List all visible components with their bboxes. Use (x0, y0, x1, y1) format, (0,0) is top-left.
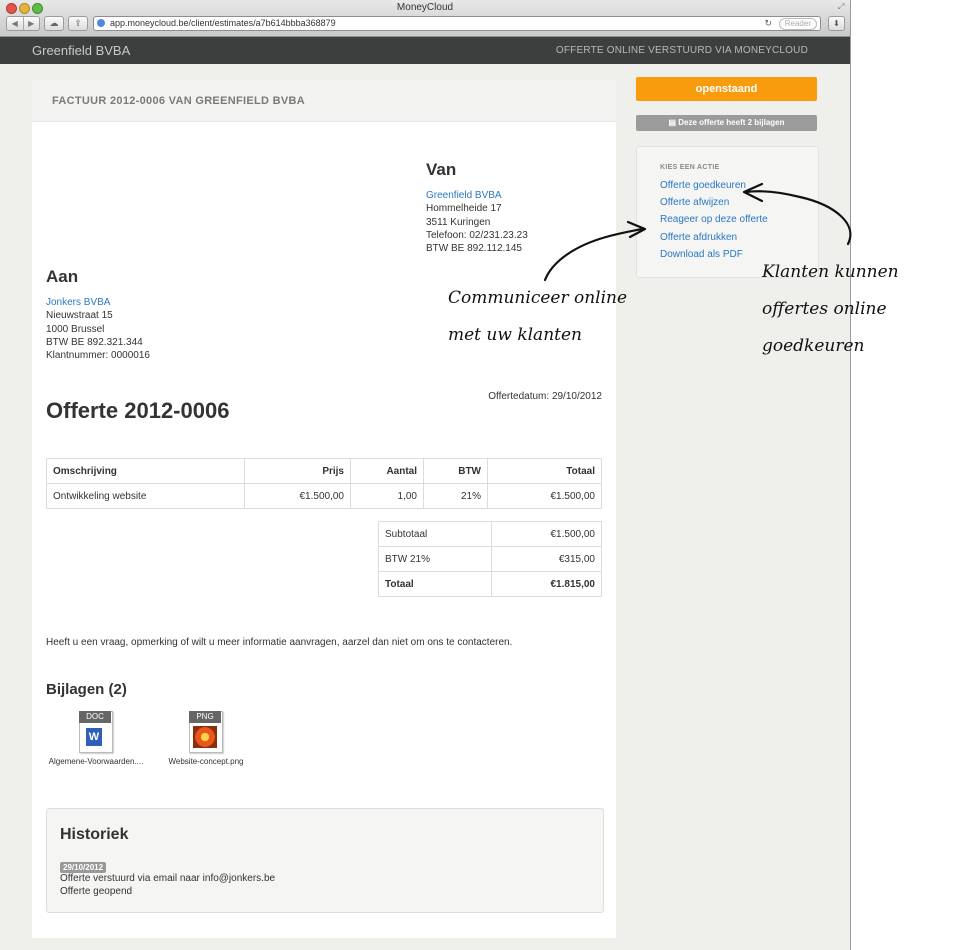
downloads-button[interactable]: ⬇ (828, 16, 845, 31)
brand-name: Greenfield BVBA (32, 43, 131, 58)
app-header: Greenfield BVBA OFFERTE ONLINE VERSTUURD… (0, 37, 850, 64)
doc-file-icon: DOC W (79, 711, 113, 753)
approve-offer-link[interactable]: Offerte goedkeuren (660, 180, 746, 191)
image-preview-icon (193, 726, 217, 748)
share-icon: ⇪ (74, 18, 82, 28)
totals-label: BTW 21% (378, 546, 492, 572)
actions-title: KIES EEN ACTIE (660, 164, 720, 171)
to-line: Nieuwstraat 15 (46, 310, 113, 322)
to-address: Jonkers BVBA Nieuwstraat 15 1000 Brussel… (46, 296, 150, 362)
attachment-filename: Algemene-Voorwaarden.... (48, 757, 144, 766)
back-button[interactable]: ◀ (7, 17, 23, 30)
to-heading: Aan (46, 267, 79, 286)
browser-window: MoneyCloud ⤢ ◀ ▶ ☁ ⇪ app.moneycloud.be/c… (0, 0, 850, 950)
annotation-line: goedkeuren (762, 336, 865, 356)
table-row: Ontwikkeling website €1.500,00 1,00 21% … (46, 483, 602, 509)
totals-row: BTW 21% €315,00 (378, 546, 602, 572)
fullscreen-icon[interactable]: ⤢ (838, 2, 844, 12)
history-heading: Historiek (60, 826, 129, 843)
history-entry: Offerte verstuurd via email naar info@jo… (60, 873, 276, 884)
offer-title: Offerte 2012-0006 (46, 398, 230, 423)
annotation-line: Communiceer online (448, 288, 628, 308)
totals-value: €1.500,00 (491, 521, 602, 547)
totals-value: €1.815,00 (491, 571, 602, 597)
title-bar: MoneyCloud ⤢ ◀ ▶ ☁ ⇪ app.moneycloud.be/c… (0, 0, 850, 37)
globe-icon (97, 19, 105, 27)
annotation-line: offertes online (762, 299, 887, 319)
from-line: 3511 Kuringen (426, 216, 491, 228)
from-company-link[interactable]: Greenfield BVBA (426, 189, 528, 202)
from-line: Hommelheide 17 (426, 203, 502, 215)
reject-offer-link[interactable]: Offerte afwijzen (660, 197, 729, 208)
history-entry: Offerte geopend (60, 886, 133, 898)
forward-button[interactable]: ▶ (22, 17, 40, 30)
to-line: BTW BE 892.321.344 (46, 336, 143, 348)
annotation-line: Klanten kunnen (762, 262, 899, 282)
table-cell: €1.500,00 (487, 483, 602, 509)
status-button[interactable]: openstaand (636, 77, 817, 101)
column-header: Totaal (487, 458, 602, 484)
word-icon: W (86, 728, 102, 746)
png-file-icon: PNG (189, 711, 223, 753)
column-header: Omschrijving (46, 458, 245, 484)
window-title: MoneyCloud (396, 2, 454, 13)
table-cell: 1,00 (350, 483, 424, 509)
attachment-file[interactable]: PNG Website-concept.png (156, 711, 256, 766)
to-line: Klantnummer: 0000016 (46, 350, 150, 362)
totals-row: Totaal €1.815,00 (378, 571, 602, 597)
icloud-button[interactable]: ☁ (44, 16, 64, 31)
history-entries: Offerte verstuurd via email naar info@jo… (60, 872, 275, 899)
print-offer-link[interactable]: Offerte afdrukken (660, 232, 737, 243)
table-cell: Ontwikkeling website (46, 483, 245, 509)
annotation-line: met uw klanten (448, 325, 582, 345)
from-heading: Van (426, 160, 457, 179)
address-bar[interactable]: app.moneycloud.be/client/estimates/a7b61… (93, 16, 821, 31)
column-header: BTW (423, 458, 488, 484)
line-items-table: Omschrijving Prijs Aantal BTW Totaal Ont… (46, 458, 602, 509)
reader-button[interactable]: Reader (778, 18, 817, 30)
table-header-row: Omschrijving Prijs Aantal BTW Totaal (46, 458, 602, 484)
share-button[interactable]: ⇪ (68, 16, 88, 31)
to-line: 1000 Brussel (46, 323, 105, 335)
annotation-approve: Klanten kunnen offertes online goedkeure… (762, 254, 899, 365)
card-header: FACTUUR 2012-0006 VAN GREENFIELD BVBA (32, 80, 616, 122)
totals-label: Totaal (378, 571, 492, 597)
attachments-heading: Bijlagen (2) (46, 681, 127, 698)
column-header: Aantal (350, 458, 424, 484)
download-icon: ⬇ (833, 19, 840, 28)
document-icon: ▤ (668, 118, 677, 127)
column-header: Prijs (244, 458, 351, 484)
history-nav: ◀ ▶ (6, 16, 40, 31)
attachment-filename: Website-concept.png (168, 757, 244, 766)
history-panel: Historiek 29/10/2012 Offerte verstuurd v… (46, 808, 604, 913)
document-card: FACTUUR 2012-0006 VAN GREENFIELD BVBA Va… (32, 80, 616, 938)
download-pdf-link[interactable]: Download als PDF (660, 249, 743, 260)
totals-table: Subtotaal €1.500,00 BTW 21% €315,00 Tota… (378, 521, 602, 597)
offer-date: Offertedatum: 29/10/2012 (488, 391, 602, 402)
reload-icon[interactable]: ↻ (764, 17, 772, 30)
totals-row: Subtotaal €1.500,00 (378, 521, 602, 547)
table-cell: €1.500,00 (244, 483, 351, 509)
card-title: FACTUUR 2012-0006 VAN GREENFIELD BVBA (52, 95, 305, 107)
url-text: app.moneycloud.be/client/estimates/a7b61… (110, 18, 336, 28)
table-cell: 21% (423, 483, 488, 509)
file-type-label: DOC (79, 711, 111, 723)
from-line: Telefoon: 02/231.23.23 (426, 229, 528, 241)
attachment-file[interactable]: DOC W Algemene-Voorwaarden.... (46, 711, 146, 766)
contact-note: Heeft u een vraag, opmerking of wilt u m… (46, 637, 513, 648)
attachments-button[interactable]: ▤ Deze offerte heeft 2 bijlagen (636, 115, 817, 131)
file-type-label: PNG (189, 711, 221, 723)
annotation-communicate: Communiceer online met uw klanten (448, 280, 627, 354)
totals-label: Subtotaal (378, 521, 492, 547)
header-subtitle: OFFERTE ONLINE VERSTUURD VIA MONEYCLOUD (555, 45, 808, 56)
from-line: BTW BE 892.112.145 (426, 243, 522, 255)
from-address: Greenfield BVBA Hommelheide 17 3511 Kuri… (426, 189, 528, 255)
attachments-button-label: Deze offerte heeft 2 bijlagen (678, 118, 785, 127)
totals-value: €315,00 (491, 546, 602, 572)
to-company-link[interactable]: Jonkers BVBA (46, 296, 150, 309)
respond-offer-link[interactable]: Reageer op deze offerte (660, 214, 768, 225)
cloud-icon: ☁ (49, 18, 59, 28)
